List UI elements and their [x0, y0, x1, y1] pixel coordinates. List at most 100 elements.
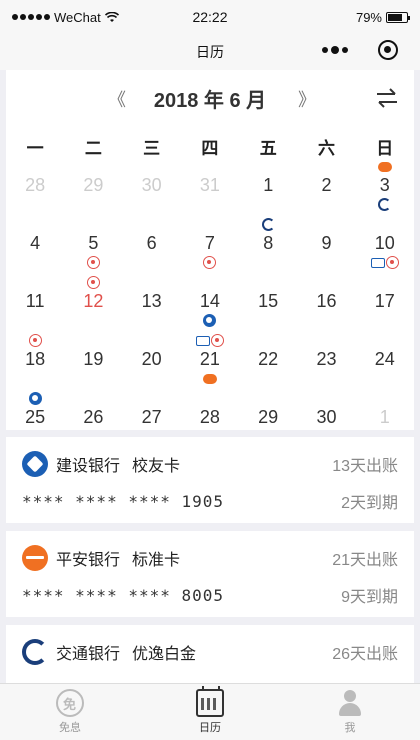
day-cell[interactable]: 1 — [239, 166, 297, 224]
day-cell[interactable]: 17 — [356, 282, 414, 340]
day-cell[interactable]: 19 — [64, 340, 122, 398]
weekday-label: 四 — [201, 139, 219, 158]
day-cell[interactable]: 18 — [6, 334, 64, 398]
day-number: 1 — [379, 407, 390, 427]
cmb-bank-badge-icon — [203, 256, 217, 269]
day-cell[interactable]: 28 — [6, 166, 64, 224]
battery-fill — [388, 13, 403, 21]
day-cell[interactable]: 4 — [6, 224, 64, 282]
day-number: 20 — [141, 349, 162, 369]
day-cell[interactable]: 3 — [356, 162, 414, 224]
day-cell[interactable]: 15 — [239, 282, 297, 340]
day-cell[interactable]: 20 — [123, 340, 181, 398]
bank-badges — [181, 314, 239, 327]
calendar-icon — [196, 686, 224, 717]
day-number: 28 — [199, 407, 220, 427]
day-cell[interactable]: 11 — [6, 282, 64, 340]
tab-bar: 免息 日历 我 — [0, 683, 420, 740]
bocom-bank-badge-icon — [261, 218, 275, 231]
ccb-bank-logo-icon — [22, 451, 48, 477]
day-number: 9 — [321, 233, 332, 253]
day-number: 25 — [25, 407, 46, 427]
day-number: 18 — [25, 349, 46, 369]
bocom-bank-logo-icon — [22, 639, 48, 665]
bank-name: 平安银行 — [56, 552, 121, 569]
tab-calendar[interactable]: 日历 — [140, 684, 280, 740]
day-cell[interactable]: 6 — [123, 224, 181, 282]
day-number: 1 — [263, 175, 274, 195]
day-number: 6 — [146, 233, 157, 253]
weekday-label: 一 — [26, 139, 44, 158]
day-cell[interactable]: 8 — [239, 218, 297, 282]
weekday-label: 二 — [84, 139, 102, 158]
credit-card-item[interactable]: 平安银行 标准卡 21天出账 **** **** **** 8005 9天到期 — [6, 531, 414, 617]
day-cell[interactable]: 9 — [297, 224, 355, 282]
status-left: WeChat — [12, 10, 144, 25]
nav-bar: 日历 — [0, 34, 420, 70]
cmb-bank-badge-icon — [28, 334, 42, 347]
day-cell[interactable]: 29 — [64, 166, 122, 224]
user-icon — [336, 689, 364, 717]
bank-badges — [64, 256, 122, 269]
more-icon[interactable] — [322, 46, 348, 54]
day-cell[interactable]: 16 — [297, 282, 355, 340]
days-grid: 28 29 30 31 1 2 3 4 5 6 7 8 9 10 11 12 13 14 15 16 17 18 19 20 2… — [6, 162, 414, 456]
day-cell[interactable]: 24 — [356, 340, 414, 398]
day-number: 26 — [83, 407, 104, 427]
status-right: 79% — [276, 9, 410, 25]
weekday-label: 六 — [317, 139, 335, 158]
day-number: 27 — [141, 407, 162, 427]
tab-label: 免息 — [59, 722, 81, 734]
day-cell[interactable]: 13 — [123, 282, 181, 340]
card-header: 建设银行 校友卡 13天出账 — [22, 451, 398, 477]
card-header: 平安银行 标准卡 21天出账 — [22, 545, 398, 571]
prev-month-button[interactable]: 《 — [108, 86, 126, 112]
day-number: 10 — [374, 233, 395, 253]
mianxi-icon — [56, 689, 84, 717]
bill-status: 21天出账 — [332, 552, 398, 569]
close-mini-program-icon[interactable] — [378, 40, 398, 60]
day-number: 22 — [258, 349, 279, 369]
swap-icon[interactable] — [376, 88, 398, 108]
pab-bank-badge-icon — [202, 374, 217, 384]
day-number: 3 — [379, 175, 390, 195]
credit-card-item[interactable]: 建设银行 校友卡 13天出账 **** **** **** 1905 2天到期 — [6, 437, 414, 523]
day-number: 31 — [199, 175, 220, 195]
next-month-button[interactable]: 》 — [298, 86, 316, 112]
day-cell[interactable]: 12 — [64, 276, 122, 340]
tab-user[interactable]: 我 — [280, 684, 420, 740]
day-cell[interactable]: 14 — [181, 282, 239, 340]
ccb-bank-badge-icon — [203, 314, 217, 327]
day-number: 2 — [321, 175, 332, 195]
bank-badges — [239, 218, 297, 231]
battery-percent: 79% — [355, 9, 382, 25]
day-number: 29 — [83, 175, 104, 195]
tab-mianxi[interactable]: 免息 — [0, 684, 140, 740]
card-name: 标准卡 — [132, 552, 181, 569]
bocom-bank-badge-icon — [378, 198, 392, 211]
day-cell[interactable]: 31 — [181, 166, 239, 224]
bill-status: 26天出账 — [332, 646, 398, 663]
cmb-bank-badge-icon — [86, 276, 100, 289]
day-number: 24 — [374, 349, 395, 369]
card-header: 交通银行 优逸白金 26天出账 — [22, 639, 398, 665]
weekday-label: 五 — [259, 139, 277, 158]
wifi-icon — [104, 11, 119, 22]
day-cell[interactable]: 10 — [356, 224, 414, 282]
month-header: 2018 年 6 月 《 》 — [6, 82, 414, 114]
day-cell[interactable]: 7 — [181, 224, 239, 282]
day-cell[interactable]: 21 — [181, 334, 239, 398]
day-cell[interactable]: 30 — [123, 166, 181, 224]
day-number: 15 — [258, 291, 279, 311]
carrier-label: WeChat — [54, 9, 101, 25]
day-number: 29 — [258, 407, 279, 427]
day-cell[interactable]: 5 — [64, 224, 122, 282]
bill-status: 13天出账 — [332, 458, 398, 475]
card-details: **** **** **** 8005 9天到期 — [22, 583, 398, 607]
day-cell[interactable]: 2 — [297, 166, 355, 224]
day-cell[interactable]: 23 — [297, 340, 355, 398]
day-number: 30 — [316, 407, 337, 427]
card-details: **** **** **** 1905 2天到期 — [22, 489, 398, 513]
day-number: 28 — [25, 175, 46, 195]
day-cell[interactable]: 22 — [239, 340, 297, 398]
